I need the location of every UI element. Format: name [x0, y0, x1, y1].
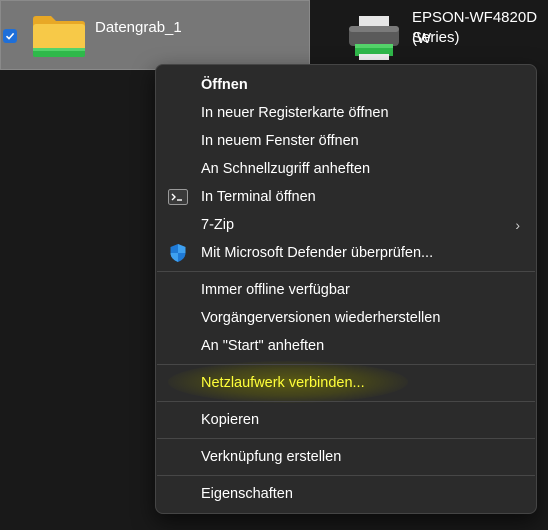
menu-separator	[157, 475, 535, 476]
shield-icon	[168, 243, 188, 263]
menu-item-copy[interactable]: Kopieren	[160, 406, 532, 434]
menu-item-label: In neuer Registerkarte öffnen	[201, 105, 389, 121]
menu-item-label: Kopieren	[201, 412, 260, 428]
menu-item-open-terminal[interactable]: In Terminal öffnen	[160, 183, 532, 211]
menu-item-label: Eigenschaften	[201, 486, 293, 502]
menu-item-properties[interactable]: Eigenschaften	[160, 480, 532, 508]
menu-item-label: Immer offline verfügbar	[201, 282, 350, 298]
menu-item-label: An Schnellzugriff anheften	[201, 161, 371, 177]
folder-name: Datengrab_1	[95, 19, 182, 36]
menu-item-label: In Terminal öffnen	[201, 189, 316, 205]
printer-name-line2: Series)	[412, 29, 460, 46]
menu-item-restore-versions[interactable]: Vorgängerversionen wiederherstellen	[160, 304, 532, 332]
menu-item-open-new-tab[interactable]: In neuer Registerkarte öffnen	[160, 99, 532, 127]
menu-item-label: Vorgängerversionen wiederherstellen	[201, 310, 441, 326]
menu-item-pin-start[interactable]: An "Start" anheften	[160, 332, 532, 360]
menu-item-label: 7-Zip	[201, 217, 235, 233]
menu-item-label: Verknüpfung erstellen	[201, 449, 342, 465]
menu-item-create-shortcut[interactable]: Verknüpfung erstellen	[160, 443, 532, 471]
chevron-right-icon: ›	[515, 217, 520, 233]
menu-item-label: An "Start" anheften	[201, 338, 325, 354]
selection-checkbox[interactable]	[3, 29, 17, 43]
terminal-icon	[168, 187, 188, 207]
folder-icon	[33, 16, 85, 57]
menu-item-defender-scan[interactable]: Mit Microsoft Defender überprüfen...	[160, 239, 532, 267]
menu-separator	[157, 401, 535, 402]
menu-item-open[interactable]: Öffnen	[160, 71, 532, 99]
menu-item-always-offline[interactable]: Immer offline verfügbar	[160, 276, 532, 304]
menu-item-label: Mit Microsoft Defender überprüfen...	[201, 245, 434, 261]
menu-item-label: In neuem Fenster öffnen	[201, 133, 359, 149]
menu-item-7zip[interactable]: 7-Zip ›	[160, 211, 532, 239]
folder-tile-datengrab[interactable]: Datengrab_1	[0, 0, 310, 70]
printer-tile-epson[interactable]: EPSON-WF4820D (W Series)	[340, 0, 548, 70]
context-menu: Öffnen In neuer Registerkarte öffnen In …	[155, 64, 537, 514]
menu-item-pin-quick-access[interactable]: An Schnellzugriff anheften	[160, 155, 532, 183]
printer-icon	[349, 16, 399, 60]
menu-item-map-network-drive[interactable]: Netzlaufwerk verbinden...	[160, 369, 532, 397]
menu-item-label: Öffnen	[201, 77, 248, 93]
checkmark-icon	[5, 32, 15, 40]
menu-separator	[157, 364, 535, 365]
menu-item-open-new-window[interactable]: In neuem Fenster öffnen	[160, 127, 532, 155]
menu-separator	[157, 438, 535, 439]
menu-separator	[157, 271, 535, 272]
menu-item-label: Netzlaufwerk verbinden...	[201, 375, 365, 391]
